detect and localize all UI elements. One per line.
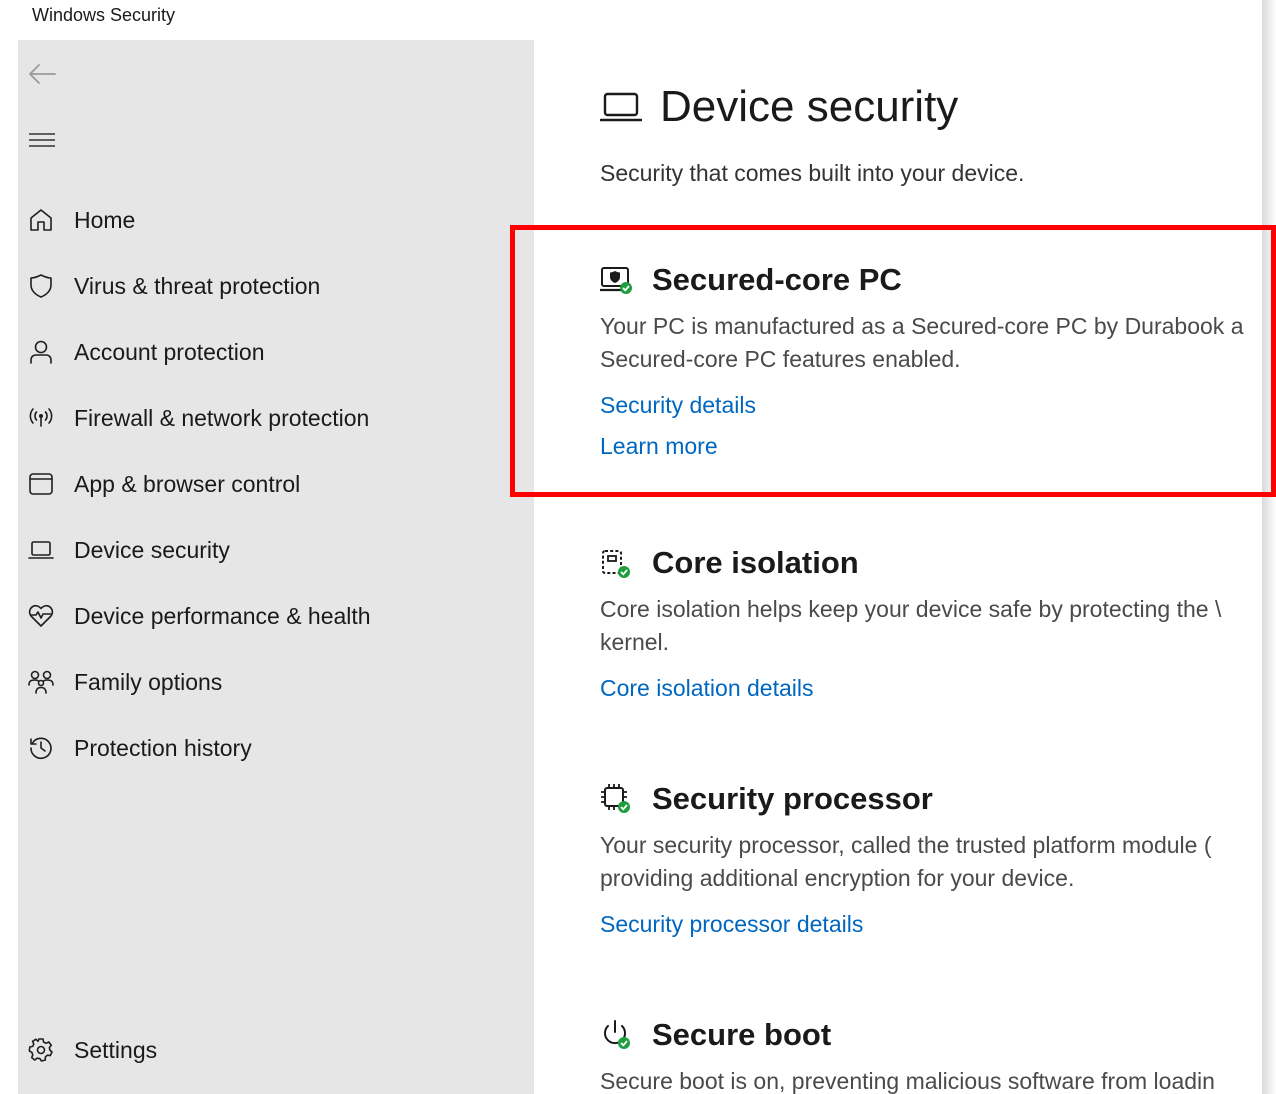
secured-core-pc-icon [600,267,632,294]
sidebar-item-device-security[interactable]: Device security [18,524,534,576]
sidebar-item-app-browser[interactable]: App & browser control [18,458,534,510]
app-title: Windows Security [32,5,176,25]
family-icon [28,669,54,695]
section-title: Secured-core PC [652,262,902,297]
sidebar: Home Virus & threat protection Account p… [18,40,534,1094]
description-line: Secured-core PC features enabled. [600,346,961,372]
sidebar-item-label: Virus & threat protection [74,272,321,299]
sidebar-item-label: Device performance & health [74,602,371,629]
section-description: Secure boot is on, preventing malicious … [600,1065,1262,1094]
sidebar-item-account-protection[interactable]: Account protection [18,326,534,378]
sidebar-item-firewall[interactable]: Firewall & network protection [18,392,534,444]
security-processor-icon [601,784,630,813]
shield-icon [28,273,54,299]
person-icon [28,339,54,365]
app-window: Windows Security Home Virus & threat pro… [18,0,1262,1094]
heart-icon [28,603,54,629]
section-security-processor: Security processor Your security process… [600,777,1262,938]
description-line: kernel. [600,629,670,655]
section-secure-boot: Secure boot Secure boot is on, preventin… [600,1013,1262,1094]
description-line: providing additional encryption for your… [600,865,1075,891]
section-description: Your PC is manufactured as a Secured-cor… [600,310,1262,376]
section-description: Core isolation helps keep your device sa… [600,593,1262,659]
history-icon [28,735,54,761]
description-line: Your PC is manufactured as a Secured-cor… [600,313,1244,339]
sidebar-item-family-options[interactable]: Family options [18,656,534,708]
sidebar-item-label: Family options [74,668,223,695]
gear-icon [28,1037,54,1063]
sidebar-item-label: Device security [74,536,230,563]
sidebar-item-label: Protection history [74,734,252,761]
learn-more-link[interactable]: Learn more [600,433,1262,460]
page-title: Device security [660,82,959,131]
back-button[interactable] [26,58,58,90]
sidebar-item-virus-threat[interactable]: Virus & threat protection [18,260,534,312]
main-content: Device security Security that comes buil… [534,40,1262,1094]
security-processor-details-link[interactable]: Security processor details [600,911,1262,938]
back-arrow-icon [29,64,56,84]
sidebar-item-label: Home [74,206,136,233]
title-bar: Windows Security [18,0,1262,40]
wireless-icon [28,405,54,431]
section-secured-core-pc: Secured-core PC Your PC is manufactured … [600,258,1262,460]
sidebar-item-label: App & browser control [74,470,301,497]
secure-boot-icon [604,1020,630,1049]
section-title: Security processor [652,781,933,816]
sidebar-item-settings[interactable]: Settings [18,1024,534,1076]
sidebar-item-device-performance[interactable]: Device performance & health [18,590,534,642]
section-title: Secure boot [652,1017,832,1052]
section-title: Core isolation [652,545,859,580]
core-isolation-icon [602,550,630,578]
section-core-isolation: Core isolation Core isolation helps keep… [600,541,1262,702]
page-subtitle: Security that comes built into your devi… [600,160,1025,186]
browser-icon [28,471,54,497]
laptop-icon [28,537,54,563]
sidebar-item-label: Firewall & network protection [74,404,370,431]
section-description: Your security processor, called the trus… [600,829,1262,895]
security-details-link[interactable]: Security details [600,392,1262,419]
description-line: Your security processor, called the trus… [600,832,1212,858]
sidebar-item-home[interactable]: Home [18,194,534,246]
sidebar-item-label: Account protection [74,338,265,365]
sidebar-item-label: Settings [74,1036,158,1063]
description-line: Secure boot is on, preventing malicious … [600,1068,1215,1094]
description-line: Core isolation helps keep your device sa… [600,596,1222,622]
page-header: Device security [600,82,958,132]
laptop-icon [600,92,642,122]
home-icon [28,207,54,233]
hamburger-menu-button[interactable] [26,124,58,156]
window-shadow [1262,0,1276,1094]
sidebar-item-protection-history[interactable]: Protection history [18,722,534,774]
hamburger-icon [29,133,55,147]
core-isolation-details-link[interactable]: Core isolation details [600,675,1262,702]
